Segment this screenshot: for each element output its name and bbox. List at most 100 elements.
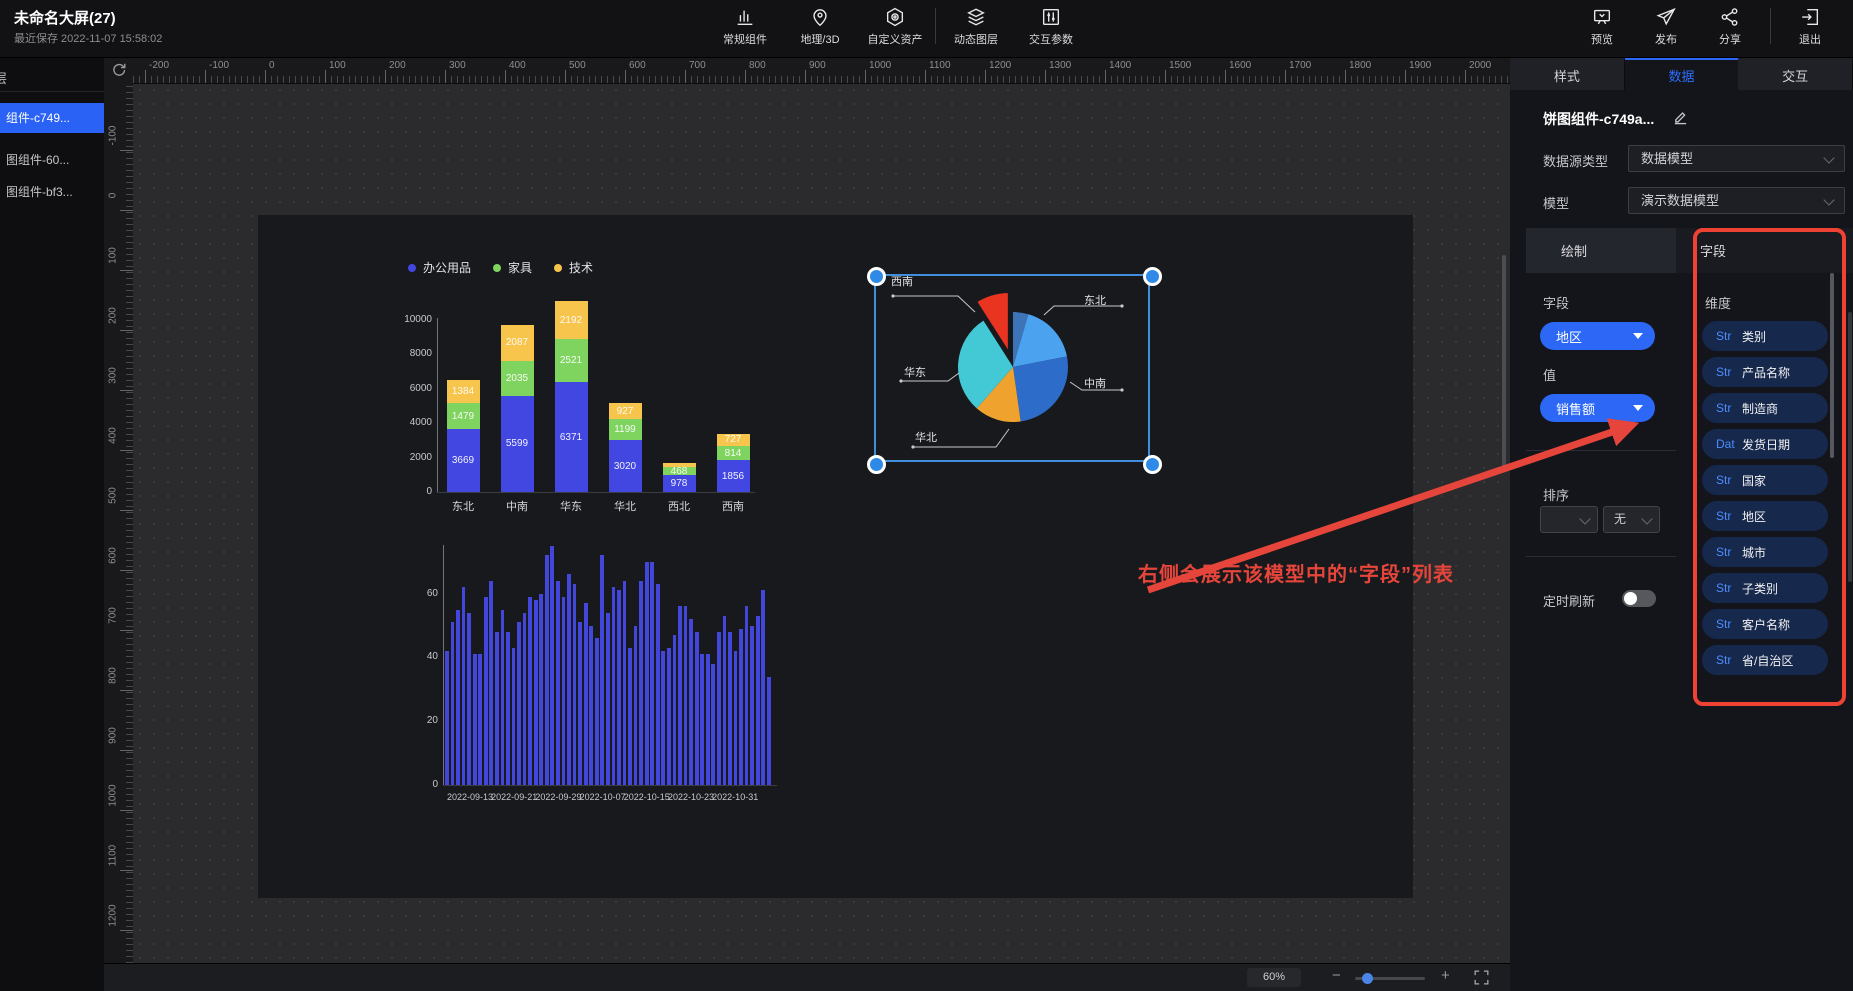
field-pill-类别[interactable]: Str类别 bbox=[1702, 321, 1828, 351]
tab-interaction[interactable]: 交互 bbox=[1738, 57, 1853, 90]
share-icon bbox=[1719, 6, 1741, 28]
exit-icon bbox=[1799, 6, 1821, 28]
field-pill-省/自治区[interactable]: Str省/自治区 bbox=[1702, 645, 1828, 675]
ts-bar bbox=[506, 632, 510, 785]
action-exit[interactable]: 退出 bbox=[1774, 3, 1846, 53]
zoom-slider-knob[interactable] bbox=[1362, 973, 1373, 984]
datasource-type-select[interactable]: 数据模型 bbox=[1628, 145, 1845, 172]
toolbar-interaction-params[interactable]: 交互参数 bbox=[1015, 3, 1087, 53]
ts-bar bbox=[545, 555, 549, 785]
selected-component-outline[interactable] bbox=[874, 274, 1150, 462]
toolbar-custom-assets[interactable]: 自定义资产 bbox=[859, 3, 931, 53]
sidebar-divider bbox=[0, 91, 104, 92]
field-pill-产品名称[interactable]: Str产品名称 bbox=[1702, 357, 1828, 387]
bar-segment: 2087 bbox=[501, 325, 534, 361]
ts-bar bbox=[550, 546, 554, 785]
ts-bar bbox=[734, 651, 738, 785]
ts-bar bbox=[573, 584, 577, 785]
layer-item-2[interactable]: 图组件-60... bbox=[0, 145, 104, 175]
field-pill-城市[interactable]: Str城市 bbox=[1702, 537, 1828, 567]
canvas-scrollbar[interactable] bbox=[1502, 255, 1506, 470]
layer-item-pie[interactable]: 组件-c749... bbox=[0, 103, 104, 133]
resize-handle[interactable] bbox=[1143, 267, 1162, 286]
action-share[interactable]: 分享 bbox=[1694, 3, 1766, 53]
model-select[interactable]: 演示数据模型 bbox=[1628, 187, 1845, 214]
dimension-field-select[interactable]: 地区 bbox=[1540, 322, 1655, 350]
panel-scrollbar[interactable] bbox=[1848, 312, 1852, 582]
field-pill-国家[interactable]: Str国家 bbox=[1702, 465, 1828, 495]
ts-bar bbox=[661, 651, 665, 785]
dimensions-group-label: 维度 bbox=[1705, 293, 1731, 312]
resize-handle[interactable] bbox=[867, 455, 886, 474]
measure-field-select[interactable]: 销售额 bbox=[1540, 394, 1655, 422]
sort-field-select[interactable] bbox=[1540, 506, 1598, 533]
toolbar-regular-components[interactable]: 常规组件 bbox=[709, 3, 781, 53]
ts-bar bbox=[528, 597, 532, 785]
toolbar-dynamic-layers[interactable]: 动态图层 bbox=[940, 3, 1012, 53]
ts-bar bbox=[512, 648, 516, 785]
ts-bar bbox=[478, 654, 482, 785]
tab-data[interactable]: 数据 bbox=[1625, 57, 1739, 90]
field-pill-地区[interactable]: Str地区 bbox=[1702, 501, 1828, 531]
field-pill-发货日期[interactable]: Dat发货日期 bbox=[1702, 429, 1828, 459]
value-label: 值 bbox=[1543, 365, 1556, 384]
resize-handle[interactable] bbox=[867, 267, 886, 286]
ts-bar bbox=[606, 613, 610, 785]
tab-style[interactable]: 样式 bbox=[1510, 57, 1625, 90]
model-label: 模型 bbox=[1543, 193, 1569, 212]
chevron-down-icon bbox=[1641, 513, 1652, 524]
caret-down-icon bbox=[1633, 405, 1643, 411]
ts-bar bbox=[667, 648, 671, 785]
zoom-level-value[interactable]: 60% bbox=[1247, 968, 1301, 987]
subtab-fields[interactable]: 字段 bbox=[1676, 228, 1853, 273]
component-name: 饼图组件-c749a... bbox=[1543, 109, 1654, 129]
preview-icon bbox=[1591, 6, 1613, 28]
divider bbox=[1526, 556, 1676, 557]
chevron-down-icon bbox=[1579, 513, 1590, 524]
publish-icon bbox=[1655, 6, 1677, 28]
bar-segment: 6371 bbox=[555, 382, 588, 492]
action-preview[interactable]: 预览 bbox=[1566, 3, 1638, 53]
auto-refresh-toggle[interactable] bbox=[1622, 590, 1656, 607]
chart-icon bbox=[734, 6, 756, 28]
action-publish[interactable]: 发布 bbox=[1630, 3, 1702, 53]
ts-bar bbox=[678, 606, 682, 785]
field-pill-制造商[interactable]: Str制造商 bbox=[1702, 393, 1828, 423]
rename-button[interactable] bbox=[1673, 110, 1688, 125]
field-pill-客户名称[interactable]: Str客户名称 bbox=[1702, 609, 1828, 639]
ts-bar bbox=[556, 581, 560, 785]
bar-segment: 1856 bbox=[717, 460, 750, 492]
annotation-text: 右侧会展示该模型中的“字段”列表 bbox=[1138, 558, 1454, 587]
ts-bar bbox=[484, 597, 488, 785]
screen-title: 未命名大屏(27) bbox=[14, 7, 116, 28]
datasource-type-label: 数据源类型 bbox=[1543, 151, 1608, 170]
field-pill-子类别[interactable]: Str子类别 bbox=[1702, 573, 1828, 603]
expand-icon bbox=[1472, 968, 1491, 987]
field-list-scrollbar[interactable] bbox=[1830, 273, 1834, 458]
toolbar-divider bbox=[935, 8, 936, 44]
ruler-vertical: -100010020030040050060070080090010001100… bbox=[104, 83, 133, 963]
resize-handle[interactable] bbox=[1143, 455, 1162, 474]
layer-item-3[interactable]: 图组件-bf3... bbox=[0, 177, 104, 207]
toggle-knob bbox=[1624, 592, 1637, 605]
layers-panel-title: 层 bbox=[0, 68, 7, 87]
ts-bar bbox=[617, 590, 621, 785]
fit-screen-button[interactable] bbox=[1472, 968, 1491, 987]
sort-order-select[interactable]: 无 bbox=[1603, 506, 1660, 533]
ts-bar bbox=[684, 606, 688, 785]
ruler-corner[interactable] bbox=[104, 57, 134, 84]
stacked-chart-legend: 办公用品家具技术 bbox=[408, 259, 593, 276]
asset-icon bbox=[884, 6, 906, 28]
ts-bar bbox=[756, 616, 760, 785]
zoom-in-button[interactable]: + bbox=[1441, 967, 1450, 984]
ts-bar bbox=[695, 632, 699, 785]
ts-bar bbox=[489, 581, 493, 785]
chevron-down-icon bbox=[1823, 152, 1834, 163]
ts-bar bbox=[745, 606, 749, 785]
zoom-out-button[interactable]: − bbox=[1332, 967, 1341, 984]
editor-canvas[interactable]: 办公用品家具技术02000400060008000100003669147913… bbox=[133, 83, 1510, 963]
reset-rotation-icon bbox=[111, 62, 127, 78]
subtab-draw[interactable]: 绘制 bbox=[1526, 228, 1676, 273]
dashboard-artboard[interactable]: 办公用品家具技术02000400060008000100003669147913… bbox=[258, 215, 1413, 898]
toolbar-geo-3d[interactable]: 地理/3D bbox=[784, 3, 856, 53]
